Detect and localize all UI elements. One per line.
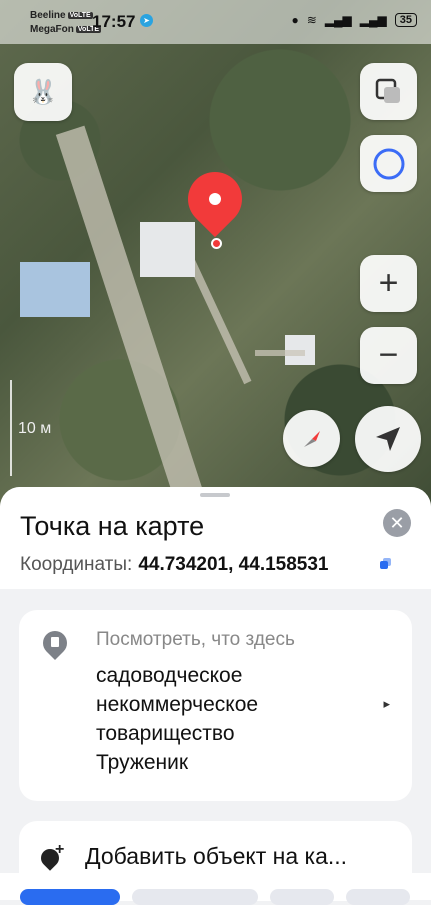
alice-assistant-button[interactable] (360, 135, 417, 192)
signal-icon: ▂▄▆ (324, 13, 352, 27)
sheet-drag-handle[interactable] (200, 493, 230, 497)
map-building (140, 222, 195, 277)
action-button[interactable] (132, 889, 258, 905)
pin-base (211, 238, 222, 249)
coordinates-label: Координаты: (20, 554, 133, 575)
close-icon: ✕ (389, 513, 405, 533)
layers-button[interactable] (360, 63, 417, 120)
compass-icon (303, 430, 320, 447)
scale-bar (10, 380, 12, 476)
plus-icon: + (378, 264, 399, 302)
add-place-icon: + (37, 841, 64, 871)
operator-2: MegaFon VoLTE (30, 24, 102, 35)
minus-icon: − (378, 336, 399, 374)
zoom-in-button[interactable]: + (360, 255, 417, 312)
coordinates-value[interactable]: 44.734201, 44.158531 (138, 554, 328, 575)
bottom-sheet[interactable]: Точка на карте ✕ Координаты: 44.734201, 4… (0, 487, 431, 901)
chevron-right-icon: ▸ (383, 696, 390, 711)
action-button[interactable] (270, 889, 334, 905)
signal-icon-2: ▂▄▆ (359, 13, 387, 27)
wifi-icon: ≋ (306, 13, 317, 27)
clock: 17:57 (92, 12, 136, 31)
whats-here-card[interactable]: Посмотреть, что здесь садоводческое неко… (19, 610, 412, 801)
sheet-title: Точка на карте (20, 511, 205, 541)
whats-here-label: Посмотреть, что здесь (96, 629, 295, 650)
pin-dot (209, 193, 221, 205)
compass-button[interactable] (283, 410, 340, 467)
close-button[interactable]: ✕ (383, 509, 411, 537)
place-name: садоводческое некоммерческое товариществ… (96, 664, 259, 774)
locate-me-button[interactable] (355, 406, 421, 472)
profile-button[interactable]: 🐰 (14, 63, 72, 121)
zoom-out-button[interactable]: − (360, 327, 417, 384)
status-bar: Beeline VoLTE MegaFon VoLTE 17:57 ➤ ● ≋ ▂▄… (0, 0, 431, 44)
battery-indicator: 35 (394, 13, 417, 27)
bottom-actions (0, 873, 431, 905)
primary-action-button[interactable] (20, 889, 120, 905)
copy-icon[interactable] (380, 558, 392, 570)
telegram-icon: ➤ (140, 14, 153, 27)
sheet-header: Точка на карте ✕ Координаты: 44.734201, 4… (0, 487, 431, 589)
status-icons: ● ≋ ▂▄▆ ▂▄▆ 35 (291, 13, 417, 27)
operator-1: Beeline VoLTE (30, 10, 93, 21)
locate-icon (376, 427, 400, 451)
map-path (255, 350, 305, 356)
scale-label: 10 м (18, 420, 52, 437)
action-button[interactable] (346, 889, 410, 905)
coordinates: Координаты: 44.734201, 44.158531 (20, 554, 329, 576)
rabbit-avatar-icon: 🐰 (28, 78, 58, 106)
add-object-label: Добавить объект на ка... (85, 843, 348, 869)
satellite-map[interactable]: 10 м 🐰 + − (0, 0, 431, 520)
alice-icon (373, 148, 404, 179)
building-icon (38, 626, 72, 661)
map-building (20, 262, 90, 317)
layers-icon (375, 78, 400, 103)
location-icon: ● (291, 13, 299, 27)
